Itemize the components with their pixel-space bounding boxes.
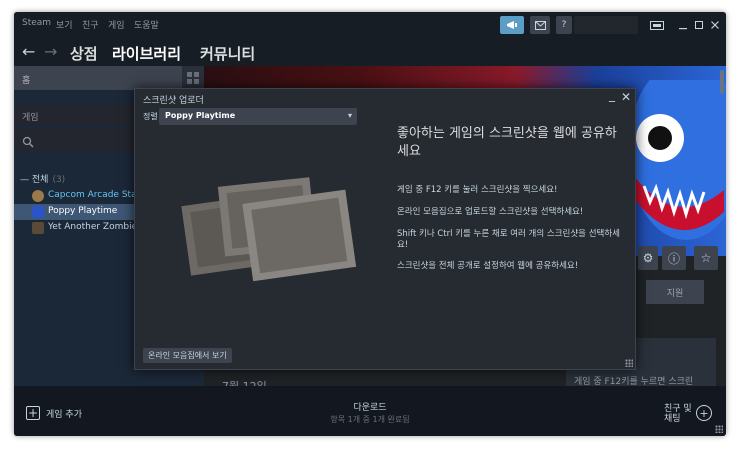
dialog-tip: 온라인 모음집으로 업로드할 스크린샷을 선택하세요! — [397, 207, 584, 217]
dialog-resize-grip-icon[interactable] — [625, 359, 633, 367]
dialog-tip: 게임 중 F12 키를 눌러 스크린샷을 찍으세요! — [397, 185, 558, 195]
broadcast-icon[interactable] — [500, 16, 524, 34]
huggy-wuggy-art — [628, 80, 726, 240]
account-button[interactable] — [574, 16, 638, 34]
grid-icon — [187, 72, 199, 84]
download-progress-text: 항목 1개 중 1개 완료됨 — [330, 415, 410, 424]
info-icon[interactable]: ⓘ — [662, 246, 686, 270]
game-sort-select[interactable]: Poppy Playtime ▾ — [159, 108, 357, 125]
view-online-collection-button[interactable]: 온라인 모음집에서 보기 — [143, 348, 232, 363]
collapse-icon: — — [20, 175, 32, 185]
section-all[interactable]: — 전체 (3) — [20, 172, 65, 185]
sort-label: 정렬 — [143, 112, 158, 121]
section-label: 전체 — [31, 175, 49, 185]
add-game-button[interactable]: + 게임 추가 — [26, 406, 82, 420]
screen-icon[interactable] — [648, 16, 666, 34]
game-title: Poppy Playtime — [48, 206, 118, 216]
settings-icon[interactable]: ⚙ — [638, 246, 658, 270]
menu-steam[interactable]: Steam — [22, 18, 51, 28]
help-button[interactable]: ? — [556, 16, 572, 34]
bottom-bar: + 게임 추가 다운로드 항목 1개 중 1개 완료됨 친구 및 채팅 + — [14, 386, 726, 436]
menu-bar: Steam 보기 친구 게임 도움말 ? — [14, 12, 726, 38]
minimize-icon[interactable] — [676, 16, 690, 34]
grid-view-icon[interactable] — [182, 66, 204, 90]
dialog-minimize-icon[interactable]: _ — [609, 88, 615, 102]
tab-support[interactable]: 지원 — [646, 280, 704, 304]
game-thumb — [32, 222, 44, 234]
screenshot-uploader-dialog: 스크린샷 업로더 _ ✕ 정렬 Poppy Playtime ▾ 좋아하는 게임… — [134, 88, 636, 370]
dialog-close-icon[interactable]: ✕ — [621, 90, 631, 104]
nav-library[interactable]: 라이브러리 — [112, 43, 181, 64]
game-thumb — [32, 190, 44, 202]
nav-bar: ← → 상점 라이브러리 커뮤니티 — [14, 38, 726, 66]
dialog-title: 스크린샷 업로더 — [143, 96, 204, 106]
download-title: 다운로드 — [353, 403, 387, 413]
section-count: (3) — [52, 175, 66, 185]
back-icon[interactable]: ← — [22, 42, 35, 61]
resize-grip-icon[interactable] — [715, 425, 723, 433]
screenshots-illustration-icon — [181, 177, 357, 282]
chevron-down-icon: ▾ — [347, 111, 352, 120]
friends-chat-button[interactable]: 친구 및 채팅 — [664, 404, 692, 424]
forward-icon[interactable]: → — [44, 42, 57, 61]
close-icon[interactable] — [708, 16, 722, 34]
news-date: 7월 12일 — [222, 378, 267, 386]
friends-label-line1: 친구 및 — [664, 404, 692, 414]
plus-icon: + — [26, 406, 40, 420]
news-line: 게임 중 F12키를 누르면 스크린 — [574, 377, 694, 386]
menu-help[interactable]: 도움말 — [134, 18, 159, 31]
dialog-headline: 좋아하는 게임의 스크린샷을 웹에 공유하세요 — [397, 126, 617, 159]
home-button[interactable]: 홈 — [14, 66, 182, 90]
nav-store[interactable]: 상점 — [70, 43, 98, 64]
menu-games[interactable]: 게임 — [108, 18, 125, 31]
menu-view[interactable]: 보기 — [56, 18, 73, 31]
main-scrollbar[interactable] — [720, 70, 724, 94]
search-icon — [22, 136, 34, 148]
menu-friends[interactable]: 친구 — [82, 18, 99, 31]
maximize-icon[interactable] — [692, 16, 706, 34]
friends-label-line2: 채팅 — [664, 414, 681, 424]
dialog-tip: 스크린샷을 전체 공개로 설정하여 웹에 공유하세요! — [397, 261, 579, 271]
favorite-icon[interactable]: ☆ — [694, 246, 718, 270]
download-status[interactable]: 다운로드 항목 1개 중 1개 완료됨 — [320, 400, 420, 425]
add-game-label: 게임 추가 — [46, 409, 82, 420]
mail-icon[interactable] — [530, 16, 550, 34]
dialog-tip: Shift 키나 Ctrl 키를 누른 채로 여러 개의 스크린샷을 선택하세요… — [397, 229, 620, 250]
sort-value: Poppy Playtime — [165, 111, 236, 120]
nav-community[interactable]: 커뮤니티 — [200, 43, 255, 64]
game-thumb — [32, 206, 44, 218]
add-friend-icon[interactable]: + — [696, 405, 712, 421]
